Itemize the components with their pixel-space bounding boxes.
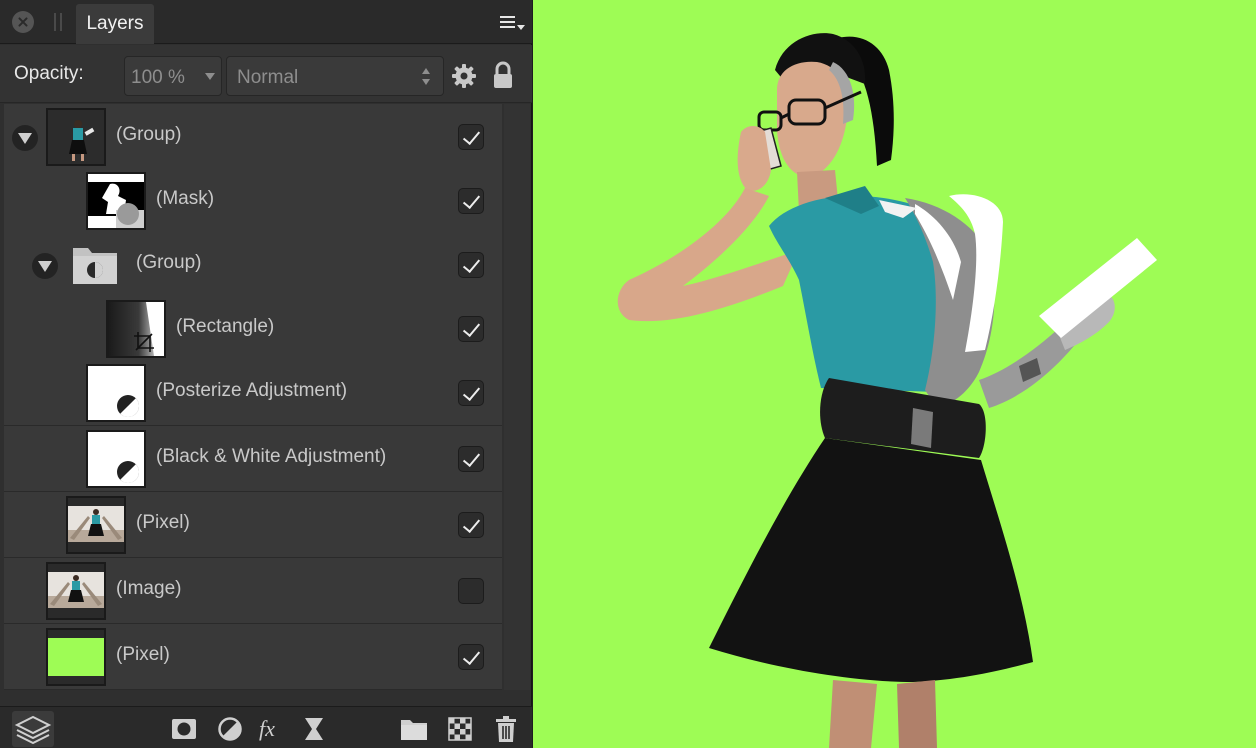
layer-row[interactable]: (Black & White Adjustment) [4,426,502,492]
visibility-checkbox[interactable] [458,252,484,278]
svg-text:fx: fx [259,716,275,741]
layer-thumbnail [66,496,126,554]
panel-menu-icon[interactable] [498,12,528,34]
layer-row[interactable]: (Posterize Adjustment) [4,360,502,426]
close-icon[interactable] [12,11,34,33]
folder-icon[interactable] [400,715,428,743]
visibility-checkbox[interactable] [458,316,484,342]
tab-layers[interactable]: Layers [76,4,154,44]
panel-toolbar: fx [0,706,532,748]
layer-list: (Group) (Mask) (Group) (Rectangle) (Post… [4,104,504,690]
adjustment-icon[interactable] [216,715,244,743]
layers-panel: Layers Opacity: 100 % Normal (Group) (Ma… [0,0,532,748]
visibility-checkbox[interactable] [458,124,484,150]
checker-icon[interactable] [446,715,474,743]
layer-name: (Pixel) [116,644,170,665]
chevron-down-icon [205,73,215,80]
folder-icon [73,248,117,284]
figure-artwork [617,33,1157,748]
adjustment-thumbnail [86,364,146,422]
adjustment-thumbnail [86,430,146,488]
layer-row[interactable]: (Group) [4,104,502,170]
trash-icon[interactable] [492,715,520,743]
layer-thumbnail [46,628,106,686]
layer-name: (Black & White Adjustment) [156,446,387,467]
mask-icon[interactable] [170,715,198,743]
stepper-up-icon [422,68,430,74]
collapse-triangle-icon[interactable] [32,253,58,279]
collapse-triangle-icon[interactable] [12,125,38,151]
layer-list-scrollbar[interactable] [504,104,530,690]
arm [617,188,799,322]
layer-thumbnail [106,300,166,358]
layer-name: (Mask) [156,188,215,209]
live-filter-icon[interactable] [300,715,328,743]
layer-name: (Group) [116,124,182,145]
leg [829,680,877,748]
blend-mode-value: Normal [237,67,299,88]
document-canvas[interactable] [533,0,1256,748]
fx-icon[interactable]: fx [258,715,286,743]
layers-stack-icon[interactable] [12,711,54,747]
layer-row[interactable]: (Rectangle) [4,296,502,362]
visibility-checkbox[interactable] [458,380,484,406]
belt-buckle [911,408,933,448]
layer-name: (Group) [136,252,202,273]
opacity-label: Opacity: [14,63,84,84]
opacity-row: Opacity: 100 % Normal [0,45,532,103]
layer-name: (Pixel) [136,512,190,533]
visibility-checkbox[interactable] [458,188,484,214]
layer-name: (Image) [116,578,182,599]
visibility-checkbox[interactable] [458,512,484,538]
layer-thumbnail [46,562,106,620]
mask-thumbnail [86,172,146,230]
lock-icon[interactable] [492,61,514,89]
visibility-checkbox[interactable] [458,578,484,604]
layer-row[interactable]: (Pixel) [4,624,502,690]
layer-thumbnail [46,108,106,166]
opacity-value: 100 % [131,67,185,88]
visibility-checkbox[interactable] [458,446,484,472]
stepper-down-icon [422,79,430,85]
skirt [709,438,1033,682]
blend-mode-select[interactable]: Normal [226,56,444,96]
layer-row[interactable]: (Pixel) [4,492,502,558]
layer-row[interactable]: (Group) [4,232,502,298]
leg [897,680,937,748]
layer-name: (Posterize Adjustment) [156,380,348,401]
visibility-checkbox[interactable] [458,644,484,670]
panel-tab-bar: Layers [0,0,532,44]
gear-icon[interactable] [451,63,477,89]
drag-grip-icon[interactable] [54,13,62,31]
layer-row[interactable]: (Mask) [4,168,502,234]
layer-name: (Rectangle) [176,316,275,337]
opacity-dropdown[interactable]: 100 % [124,56,222,96]
layer-row[interactable]: (Image) [4,558,502,624]
